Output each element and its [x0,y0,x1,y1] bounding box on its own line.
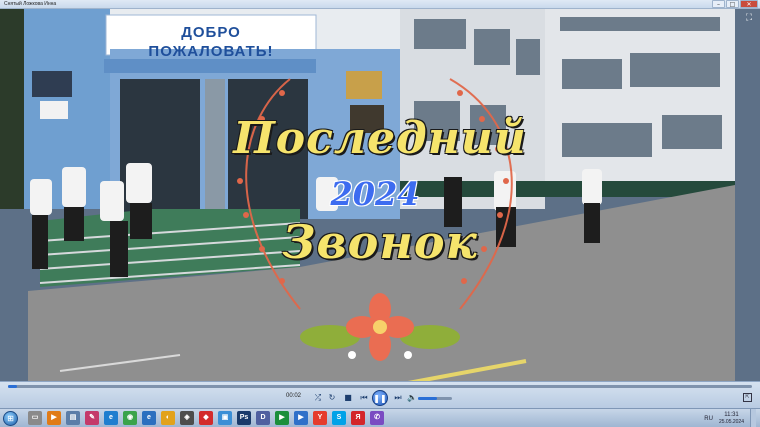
stop-icon[interactable]: ■ [342,392,354,404]
show-desktop-button[interactable] [750,409,756,427]
overlay-year: 2024 [330,175,420,213]
seek-bar[interactable] [8,385,752,388]
photoshop-icon[interactable]: Ps [237,411,251,425]
player-active-icon[interactable]: ▶ [294,411,308,425]
yandex-icon[interactable]: Y [313,411,327,425]
pen-app-icon[interactable]: ✎ [85,411,99,425]
close-button[interactable]: ✕ [740,0,758,8]
overlay-title-line2: Звонок [282,215,478,269]
volume-icon[interactable]: 🔈 [406,392,418,404]
taskbar: ⊞ ▭ ▶ ▤ ✎ e ◉ e ◐ ◈ ◆ ▣ Ps D ▶ ▶ Y S Я ✆ RU 11:31 25.05.20… [0,408,760,427]
skype-icon[interactable]: S [332,411,346,425]
window-title-bar[interactable]: Снятый Ложкова Инна – □ ✕ [0,0,760,9]
volume-level [418,397,437,400]
language-indicator[interactable]: RU [704,416,713,422]
taskbar-apps: ▭ ▶ ▤ ✎ e ◉ e ◐ ◈ ◆ ▣ Ps D ▶ ▶ Y S Я ✆ [28,411,384,426]
overlay-title-line1: Последний [233,113,527,164]
window-title: Снятый Ложкова Инна [4,1,57,7]
edge-icon[interactable]: e [104,411,118,425]
fullscreen-icon[interactable]: ⛶ [744,13,754,23]
chrome-icon[interactable]: ◉ [123,411,137,425]
media-player-icon[interactable]: ▶ [47,411,61,425]
welcome-sign-line1: ДОБРО [181,24,241,41]
ie-icon[interactable]: e [142,411,156,425]
app-icon[interactable]: ◈ [180,411,194,425]
shuffle-icon[interactable]: ⤮ [312,392,324,404]
previous-icon[interactable]: ⏮ [358,392,370,404]
clock[interactable]: 11:31 25.05.2024 [719,411,744,426]
volume-slider[interactable] [418,397,452,400]
tool-icon[interactable]: ◐ [161,411,175,425]
document-icon[interactable]: D [256,411,270,425]
repeat-icon[interactable]: ↻ [326,392,338,404]
yandex-browser-icon[interactable]: Я [351,411,365,425]
seek-progress [8,385,17,388]
files-icon[interactable]: ▤ [66,411,80,425]
task-icon[interactable]: ◆ [199,411,213,425]
system-tray: RU 11:31 25.05.2024 [704,409,756,427]
playback-time: 00:02 [286,393,302,399]
next-icon[interactable]: ⏭ [392,392,404,404]
switch-to-library-icon[interactable]: ⇱ [743,393,752,402]
video-icon[interactable]: ▶ [275,411,289,425]
maximize-button[interactable]: □ [726,0,739,8]
windows-explorer-icon[interactable]: ▭ [28,411,42,425]
start-button[interactable]: ⊞ [3,411,18,426]
window-controls: – □ ✕ [712,0,758,9]
viber-icon[interactable]: ✆ [370,411,384,425]
image-icon[interactable]: ▣ [218,411,232,425]
clock-time: 11:31 [724,412,739,418]
play-pause-button[interactable]: ❚❚ [372,390,388,406]
welcome-sign: ДОБРО ПОЖАЛОВАТЬ! [108,23,314,61]
player-controls: 00:02 ⤮ ↻ ■ ⏮ ❚❚ ⏭ 🔈 ⇱ [0,381,760,408]
minimize-button[interactable]: – [712,0,725,8]
welcome-sign-line2: ПОЖАЛОВАТЬ! [148,43,274,60]
video-frame[interactable]: ДОБРО ПОЖАЛОВАТЬ! Последний 2024 Звонок … [0,9,760,381]
clock-date: 25.05.2024 [718,419,744,425]
